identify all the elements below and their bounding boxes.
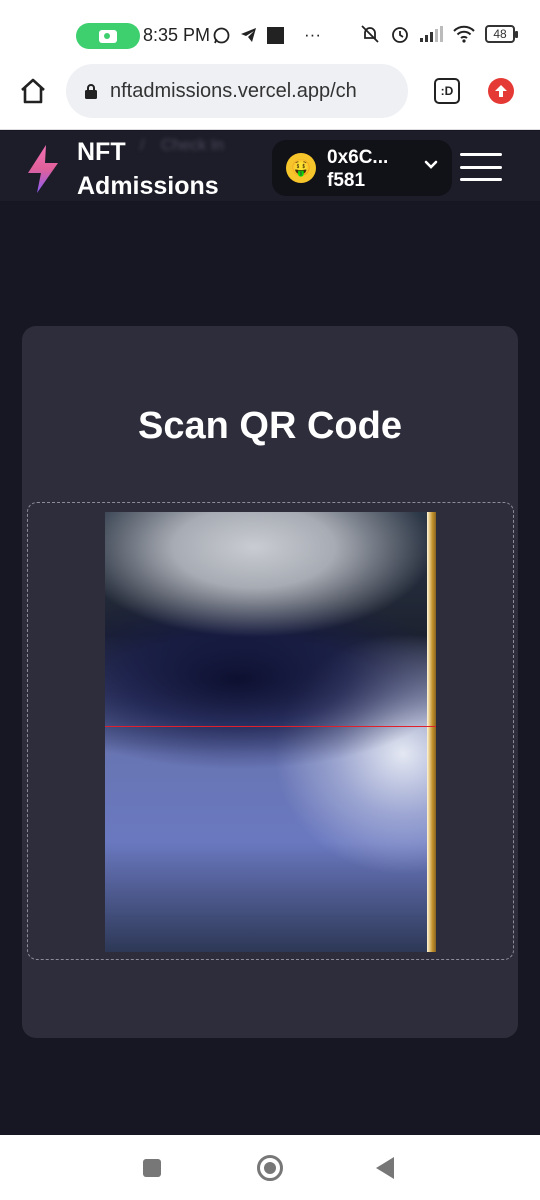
camera-recording-icon [99, 29, 117, 43]
home-button[interactable] [18, 76, 48, 106]
address-bar[interactable]: nftadmissions.vercel.app/ch [66, 64, 408, 118]
more-notifications-icon: ··· [304, 25, 321, 44]
wallet-avatar: 🤑 [286, 153, 316, 183]
tabs-button[interactable]: :D [434, 78, 460, 104]
wallet-address-line-2: f581 [327, 170, 366, 191]
alarm-icon [392, 27, 408, 43]
wifi-icon [453, 25, 475, 43]
app-header: NFT Admissions / Check In 🤑 0x6C... f581 [0, 131, 540, 201]
lock-icon [85, 84, 97, 99]
muted-icon [361, 25, 379, 43]
scan-line [105, 726, 436, 727]
camera-preview[interactable] [105, 512, 436, 952]
signal-icon [420, 26, 443, 42]
home-icon [21, 78, 45, 104]
scan-card: Scan QR Code [22, 326, 518, 1038]
menu-line [460, 165, 502, 169]
status-time: 8:35 PM [143, 25, 211, 45]
recents-icon[interactable] [143, 1159, 161, 1177]
wallet-button[interactable]: 🤑 0x6C... f581 [272, 140, 452, 196]
browser-toolbar: nftadmissions.vercel.app/ch :D [0, 56, 540, 130]
breadcrumb-separator: / [140, 137, 145, 154]
camera-preview-edge [427, 512, 436, 952]
url-text: nftadmissions.vercel.app/ch [110, 79, 357, 102]
breadcrumb-current: Check In [160, 137, 225, 154]
logo-bolt-icon[interactable] [22, 143, 64, 195]
notification-icons: ··· [213, 25, 321, 45]
battery-icon: 48 [485, 25, 518, 43]
screen-recording-indicator[interactable] [76, 23, 140, 49]
brand-line-2: Admissions [77, 172, 219, 200]
wallet-address: 0x6C... f581 [327, 146, 388, 192]
notification-square-icon [267, 26, 284, 44]
system-status-icons: 48 [360, 24, 518, 44]
home-dot [264, 1162, 276, 1174]
menu-line [460, 153, 502, 156]
chevron-down-icon [424, 160, 438, 169]
scan-title: Scan QR Code [138, 405, 402, 447]
telegram-icon [241, 28, 256, 42]
tabs-icon: :D [440, 84, 454, 98]
back-icon[interactable] [376, 1157, 394, 1179]
system-nav-bar [0, 1135, 540, 1200]
home-circle-icon[interactable] [257, 1155, 283, 1181]
status-bar: 8:35 PM ··· 48 [0, 0, 540, 56]
wallet-address-line-1: 0x6C... [327, 147, 389, 168]
menu-line [460, 178, 502, 181]
breadcrumb[interactable]: / Check In [140, 137, 224, 155]
update-icon [495, 85, 507, 97]
update-button[interactable] [488, 78, 514, 104]
whatsapp-icon [213, 27, 230, 43]
hamburger-menu-icon[interactable] [460, 153, 502, 181]
